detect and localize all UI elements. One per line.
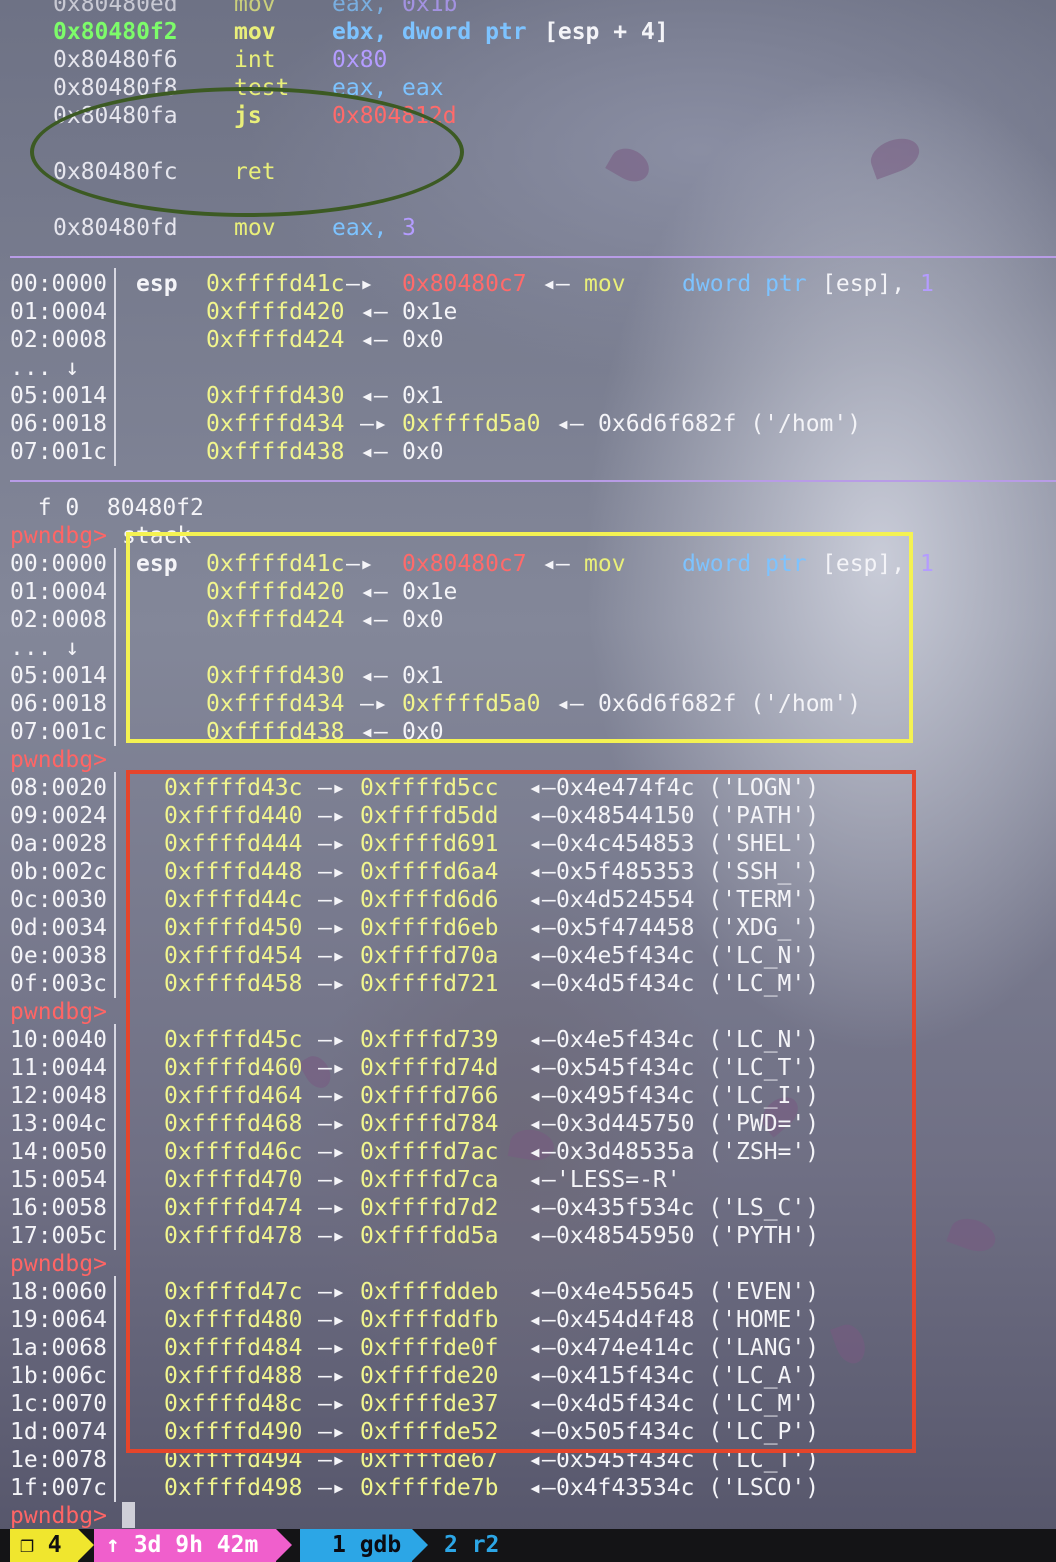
stack-row: 01:0004 0xffffd420 ◂— 0x1e <box>10 579 458 605</box>
env-off: 1b:006c <box>10 1363 107 1389</box>
env-off: 0c:0030 <box>10 887 107 913</box>
env-off: 18:0060 <box>10 1279 107 1305</box>
command-line[interactable]: pwndbg> <box>10 1502 107 1530</box>
stack-skip: ... ↓ <box>10 355 80 381</box>
window-tab-gdb[interactable]: 1 gdb <box>300 1529 428 1562</box>
env-off: 09:0024 <box>10 803 107 829</box>
env-off: 1a:0068 <box>10 1335 107 1361</box>
env-off: 16:0058 <box>10 1195 107 1221</box>
disasm-line: 0x80480f6 int 0x80 <box>53 47 388 73</box>
stack-row: 01:0004 0xffffd420 ◂— 0x1e <box>10 299 458 325</box>
stack-row: 05:0014 0xffffd430 ◂— 0x1 <box>10 383 444 409</box>
offset-divider <box>114 548 116 746</box>
disasm-line: 0x80480fd mov eax, 3 <box>53 215 416 241</box>
stack-row: 07:001c 0xffffd438 ◂— 0x0 <box>10 719 444 745</box>
session-segment[interactable]: ❐ 4 <box>10 1529 94 1562</box>
uptime-segment: ↑ 3d 9h 42m <box>94 1529 292 1562</box>
env-off: 14:0050 <box>10 1139 107 1165</box>
disasm-line: 0x80480f8 test eax, eax <box>53 75 444 101</box>
window-tab-r2[interactable]: 2 r2 <box>444 1529 499 1562</box>
env-v: 0x4f43534c ('LSCO') <box>556 1475 820 1501</box>
prompt: pwndbg> <box>10 1503 107 1529</box>
env-off: 1e:0078 <box>10 1447 107 1473</box>
pointer-arrow: —▸ <box>318 1475 346 1501</box>
disasm-line-current: 0x80480f2 mov ebx, dword ptr [esp + 4] <box>53 19 669 45</box>
tmux-status-bar: ❐ 4 ↑ 3d 9h 42m 1 gdb 2 r2 <box>0 1529 1056 1562</box>
env-highlight-box <box>126 770 916 1453</box>
env-off: 11:0044 <box>10 1055 107 1081</box>
env-addr: 0xffffd498 <box>164 1475 303 1501</box>
env-off: 17:005c <box>10 1223 107 1249</box>
env-off: 10:0040 <box>10 1027 107 1053</box>
stack-row: 07:001c 0xffffd438 ◂— 0x0 <box>10 439 444 465</box>
env-off: 19:0064 <box>10 1307 107 1333</box>
env-p: 0xffffde7b <box>360 1475 499 1501</box>
section-separator <box>10 256 1056 258</box>
env-off: 0e:0038 <box>10 943 107 969</box>
pointer-arrow: ◂— <box>528 1475 556 1501</box>
env-off: 1f:007c <box>10 1475 107 1501</box>
stack-row: 06:0018 0xffffd434 —▸ 0xffffd5a0 ◂— 0x6d… <box>10 411 862 437</box>
env-off: 0d:0034 <box>10 915 107 941</box>
env-off: 15:0054 <box>10 1167 107 1193</box>
offset-divider <box>114 772 116 998</box>
env-off: 12:0048 <box>10 1083 107 1109</box>
section-separator <box>10 480 1056 482</box>
env-off: 0b:002c <box>10 859 107 885</box>
stack-row: 05:0014 0xffffd430 ◂— 0x1 <box>10 663 444 689</box>
env-off: 08:0020 <box>10 775 107 801</box>
prompt: pwndbg> <box>10 999 107 1025</box>
disasm-line: 0x80480ed mov eax, 0x1b <box>53 0 458 17</box>
stack-skip: ... ↓ <box>10 635 80 661</box>
backtrace-line: f 0 80480f2 <box>10 495 204 521</box>
env-off: 1d:0074 <box>10 1419 107 1445</box>
env-off: 1c:0070 <box>10 1391 107 1417</box>
offset-divider <box>114 1024 116 1250</box>
prompt: pwndbg> <box>10 747 107 773</box>
stack-row: 02:0008 0xffffd424 ◂— 0x0 <box>10 327 444 353</box>
env-off: 13:004c <box>10 1111 107 1137</box>
stack-row: 00:0000 esp 0xffffd41c —▸ 0x80480c7 ◂— m… <box>10 551 934 577</box>
offset-divider <box>114 1276 116 1502</box>
terminal-cursor <box>122 1502 135 1528</box>
command-line: pwndbg> stack <box>10 522 191 550</box>
prompt: pwndbg> <box>10 1251 107 1277</box>
prompt: pwndbg> <box>10 523 107 549</box>
env-off: 0f:003c <box>10 971 107 997</box>
stack-row: 06:0018 0xffffd434 —▸ 0xffffd5a0 ◂— 0x6d… <box>10 691 862 717</box>
env-off: 0a:0028 <box>10 831 107 857</box>
stack-highlight-box <box>126 532 913 743</box>
offset-divider <box>114 268 116 466</box>
ret-highlight-oval <box>30 87 464 217</box>
stack-row: 00:0000 esp 0xffffd41c —▸ 0x80480c7 ◂— m… <box>10 271 934 297</box>
stack-row: 02:0008 0xffffd424 ◂— 0x0 <box>10 607 444 633</box>
